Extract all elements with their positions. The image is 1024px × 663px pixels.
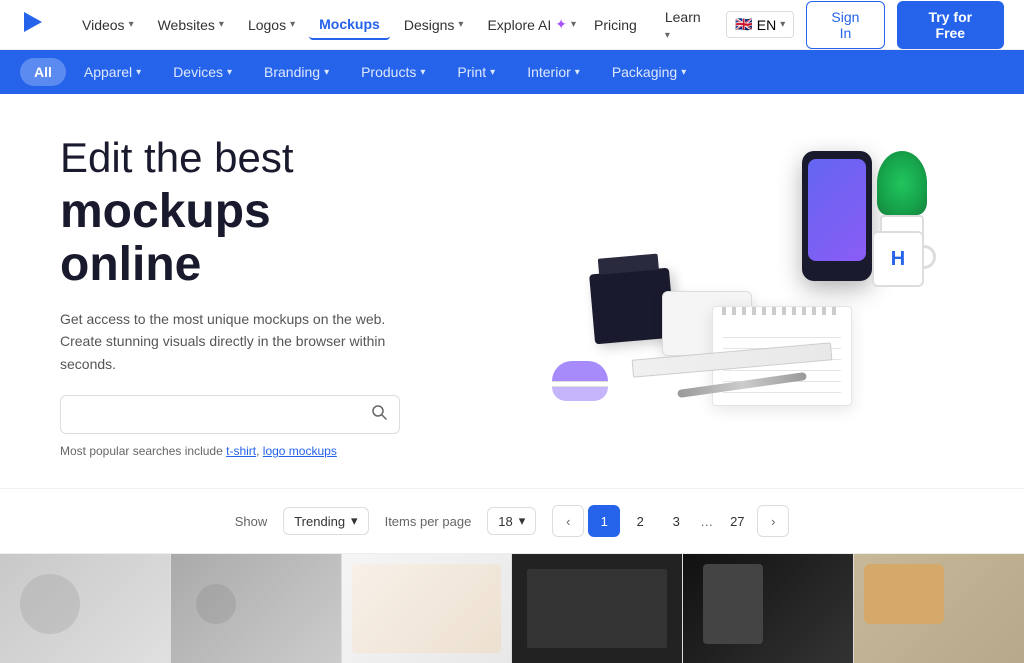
page-2-button[interactable]: 2 <box>624 505 656 537</box>
thumbnail-2[interactable] <box>171 554 342 663</box>
thumbnail-strip <box>0 553 1024 663</box>
hero-image: H <box>480 146 964 446</box>
hero-section: Edit the best mockups online Get access … <box>0 94 1024 488</box>
nav-websites[interactable]: Websites ▾ <box>148 11 234 39</box>
nav-right: Pricing Learn ▾ 🇬🇧 EN ▾ Sign In Try for … <box>586 1 1004 49</box>
chevron-down-icon: ▾ <box>219 19 224 30</box>
chevron-down-icon: ▾ <box>324 67 329 78</box>
cat-print[interactable]: Print ▾ <box>443 58 509 86</box>
show-label: Show <box>235 514 268 529</box>
thumbnail-5[interactable] <box>683 554 854 663</box>
items-per-page-label: Items per page <box>385 514 472 529</box>
nav-mockups[interactable]: Mockups <box>309 10 390 40</box>
hero-content: Edit the best mockups online Get access … <box>60 134 480 458</box>
cat-products[interactable]: Products ▾ <box>347 58 439 86</box>
chevron-down-icon: ▾ <box>458 19 463 30</box>
chevron-down-icon: ▾ <box>571 19 576 30</box>
nav-logos[interactable]: Logos ▾ <box>238 11 305 39</box>
nav-pricing[interactable]: Pricing <box>586 13 645 37</box>
cat-packaging[interactable]: Packaging ▾ <box>598 58 700 86</box>
chevron-down-icon: ▾ <box>490 67 495 78</box>
chevron-down-icon: ▾ <box>227 67 232 78</box>
mockup-scene: H <box>512 151 932 441</box>
language-selector[interactable]: 🇬🇧 EN ▾ <box>726 11 794 38</box>
top-navigation: Videos ▾ Websites ▾ Logos ▾ Mockups Desi… <box>0 0 1024 50</box>
cat-branding[interactable]: Branding ▾ <box>250 58 343 86</box>
try-for-free-button[interactable]: Try for Free <box>897 1 1004 49</box>
thumbnail-4[interactable] <box>512 554 683 663</box>
cat-all[interactable]: All <box>20 58 66 86</box>
thumbnail-3[interactable] <box>342 554 513 663</box>
hero-title-bold: mockups online <box>60 186 480 292</box>
chevron-down-icon: ▾ <box>575 67 580 78</box>
chevron-down-icon: ▾ <box>129 19 134 30</box>
page-3-button[interactable]: 3 <box>660 505 692 537</box>
page-27-button[interactable]: 27 <box>721 505 753 537</box>
items-per-page-select[interactable]: 18 ▾ <box>487 507 536 535</box>
ai-star-icon: ✦ <box>555 16 567 33</box>
next-page-button[interactable]: › <box>757 505 789 537</box>
nav-explore-ai[interactable]: Explore AI ✦ ▾ <box>477 10 586 39</box>
cat-devices[interactable]: Devices ▾ <box>159 58 246 86</box>
show-bar: Show Trending ▾ Items per page 18 ▾ ‹ 1 … <box>0 488 1024 553</box>
page-dots: … <box>696 514 717 529</box>
hero-subtitle: Get access to the most unique mockups on… <box>60 308 400 375</box>
nav-items: Videos ▾ Websites ▾ Logos ▾ Mockups Desi… <box>72 10 586 40</box>
chevron-down-icon: ▾ <box>681 67 686 78</box>
trending-select[interactable]: Trending ▾ <box>283 507 368 535</box>
cat-interior[interactable]: Interior ▾ <box>513 58 594 86</box>
hero-title-light: Edit the best <box>60 134 480 182</box>
nav-learn[interactable]: Learn ▾ <box>657 5 714 45</box>
popular-link-tshirt[interactable]: t-shirt <box>226 444 256 458</box>
logo[interactable] <box>20 8 48 41</box>
prev-page-button[interactable]: ‹ <box>552 505 584 537</box>
chevron-down-icon: ▾ <box>290 19 295 30</box>
cat-apparel[interactable]: Apparel ▾ <box>70 58 155 86</box>
thumbnail-6[interactable] <box>854 554 1024 663</box>
flag-icon: 🇬🇧 <box>735 16 752 33</box>
chevron-down-icon: ▾ <box>420 67 425 78</box>
page-1-button[interactable]: 1 <box>588 505 620 537</box>
chevron-down-icon: ▾ <box>665 30 670 41</box>
popular-link-logo-mockups[interactable]: logo mockups <box>263 444 337 458</box>
macaroon-decoration <box>552 361 608 401</box>
popular-searches: Most popular searches include t-shirt, l… <box>60 444 480 458</box>
mug-mockup: H <box>872 231 932 296</box>
category-bar: All Apparel ▾ Devices ▾ Branding ▾ Produ… <box>0 50 1024 94</box>
chevron-down-icon: ▾ <box>780 19 785 30</box>
chevron-down-icon: ▾ <box>136 67 141 78</box>
sign-in-button[interactable]: Sign In <box>806 1 884 49</box>
thumbnail-1[interactable] <box>0 554 171 663</box>
chevron-down-icon: ▾ <box>519 513 526 529</box>
nav-designs[interactable]: Designs ▾ <box>394 11 474 39</box>
search-input[interactable] <box>73 407 363 423</box>
pagination: ‹ 1 2 3 … 27 › <box>552 505 789 537</box>
phone-mockup <box>802 151 872 281</box>
search-button[interactable] <box>371 404 387 425</box>
search-bar <box>60 395 400 434</box>
chevron-down-icon: ▾ <box>351 513 358 529</box>
nav-videos[interactable]: Videos ▾ <box>72 11 144 39</box>
